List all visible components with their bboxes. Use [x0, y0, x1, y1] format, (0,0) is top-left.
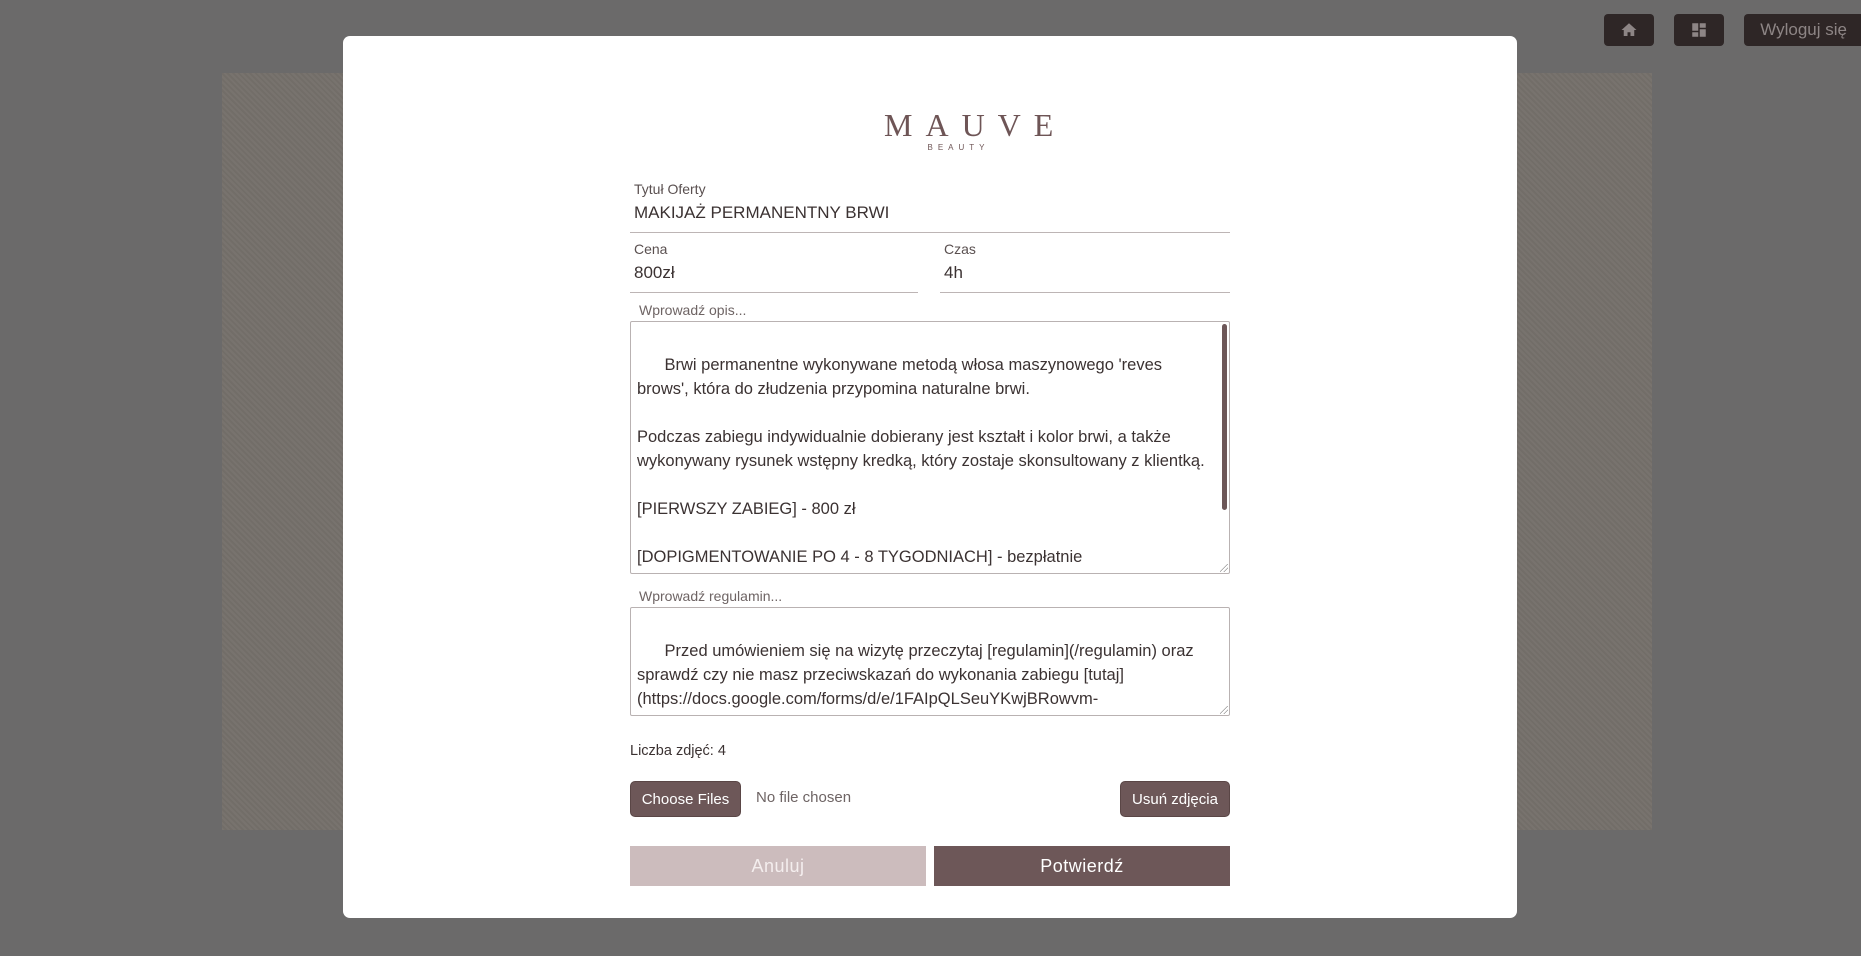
remove-photos-button[interactable]: Usuń zdjęcia — [1120, 781, 1230, 817]
logout-button[interactable]: Wyloguj się — [1744, 14, 1861, 46]
mauve-beauty-logo: MAUVE BEAUTY — [871, 107, 1067, 152]
top-navigation: Wyloguj się — [1604, 14, 1861, 46]
title-field[interactable]: Tytuł Oferty MAKIJAŻ PERMANENTNY BRWI — [630, 181, 1230, 233]
description-text: Brwi permanentne wykonywane metodą włosa… — [637, 356, 1205, 566]
rules-textarea[interactable]: Przed umówieniem się na wizytę przeczyta… — [630, 607, 1230, 716]
title-label: Tytuł Oferty — [634, 181, 706, 197]
no-file-chosen-text: No file chosen — [756, 789, 852, 806]
home-icon — [1621, 23, 1637, 36]
description-placeholder: Wprowadź opis... — [639, 302, 747, 318]
cancel-button[interactable]: Anuluj — [630, 846, 926, 886]
rules-text: Przed umówieniem się na wizytę przeczyta… — [637, 642, 1194, 715]
logo-sub-text: BEAUTY — [927, 143, 990, 152]
rules-placeholder: Wprowadź regulamin... — [639, 588, 783, 604]
time-value: 4h — [944, 263, 963, 282]
rules-resize-handle[interactable] — [1220, 706, 1228, 714]
time-field[interactable]: Czas 4h — [940, 241, 1230, 293]
price-value: 800zł — [634, 263, 675, 282]
dashboard-icon — [1692, 23, 1706, 37]
price-field[interactable]: Cena 800zł — [630, 241, 918, 293]
description-textarea[interactable]: Brwi permanentne wykonywane metodą włosa… — [630, 321, 1230, 574]
description-resize-handle[interactable] — [1220, 564, 1228, 572]
edit-offer-modal: MAUVE BEAUTY Tytuł Oferty MAKIJAŻ PERMAN… — [343, 36, 1517, 918]
photo-count: Liczba zdjęć: 4 — [630, 743, 726, 759]
time-label: Czas — [944, 241, 976, 257]
description-scrollbar[interactable] — [1222, 324, 1227, 510]
confirm-button[interactable]: Potwierdź — [934, 846, 1230, 886]
home-button[interactable] — [1604, 14, 1655, 46]
logo-main-text: MAUVE — [884, 107, 1067, 143]
title-value: MAKIJAŻ PERMANENTNY BRWI — [634, 203, 890, 222]
dashboard-button[interactable] — [1674, 14, 1725, 46]
price-label: Cena — [634, 241, 668, 257]
choose-files-button[interactable]: Choose Files — [630, 781, 741, 817]
